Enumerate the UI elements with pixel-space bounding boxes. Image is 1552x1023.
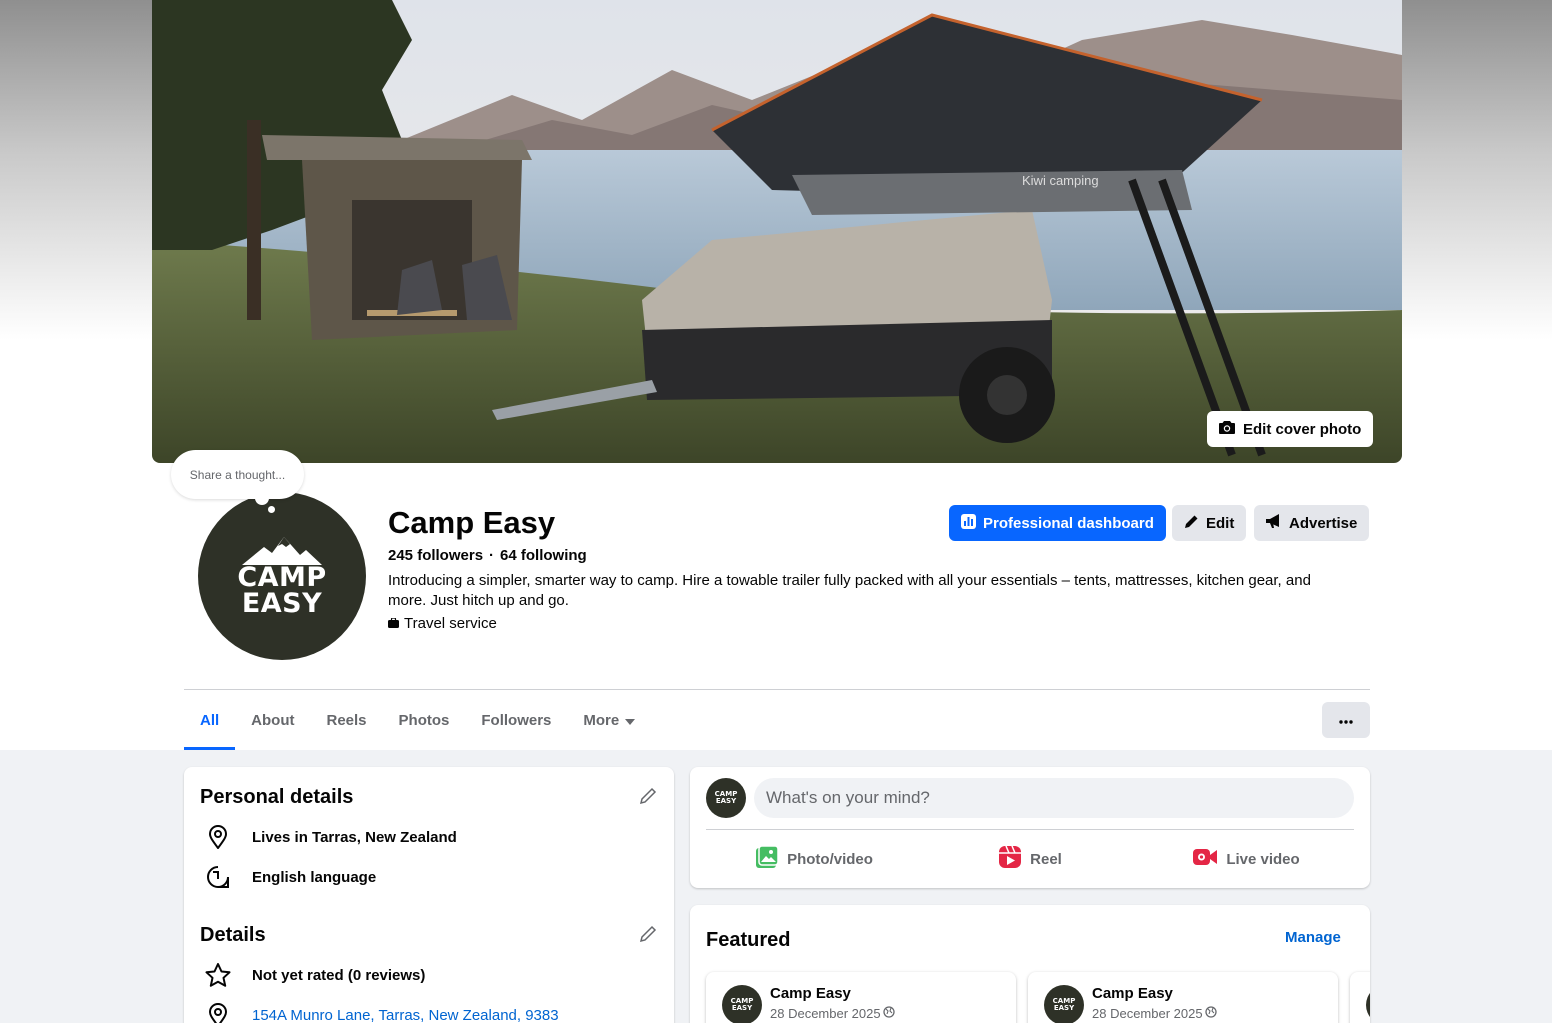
- featured-item[interactable]: CAMP EASY Camp Easy 28 December 2025: [706, 972, 1016, 1023]
- featured-card: Featured Manage CAMP EASY Camp Easy 28 D…: [690, 905, 1370, 1023]
- whats-on-your-mind-input[interactable]: What's on your mind?: [754, 778, 1354, 818]
- advertise-label: Advertise: [1289, 514, 1358, 532]
- edit-button[interactable]: Edit: [1172, 505, 1247, 541]
- tab-label: All: [200, 711, 220, 729]
- tab-label: Reels: [326, 711, 367, 729]
- page-category-label: Travel service: [404, 615, 497, 632]
- reel-label: Reel: [1030, 850, 1062, 868]
- page-title: Camp Easy: [388, 505, 556, 540]
- tab-all[interactable]: All: [184, 690, 236, 750]
- thought-bubble-tail: [255, 491, 269, 505]
- globe-icon: [882, 1006, 895, 1021]
- photo-video-button[interactable]: Photo/video: [706, 839, 922, 879]
- professional-dashboard-label: Professional dashboard: [983, 514, 1154, 532]
- more-options-button[interactable]: [1322, 702, 1370, 738]
- location-pin-icon: [204, 823, 232, 851]
- photo-icon: [755, 845, 779, 873]
- live-video-label: Live video: [1226, 850, 1300, 868]
- location-row: Lives in Tarras, New Zealand: [204, 823, 457, 851]
- ellipsis-icon: [1339, 711, 1353, 729]
- composer-actions: Photo/video Reel Live video: [706, 839, 1354, 879]
- tab-label: About: [251, 711, 295, 729]
- reel-button[interactable]: Reel: [922, 839, 1138, 879]
- post-composer: CAMP EASY What's on your mind? Photo/vid…: [690, 767, 1370, 888]
- globe-icon: [1204, 1006, 1217, 1021]
- composer-divider: [706, 829, 1354, 830]
- tab-about[interactable]: About: [235, 690, 310, 750]
- featured-item-date-row: 28 December 2025: [1092, 1006, 1217, 1021]
- edit-cover-photo-label: Edit cover photo: [1243, 420, 1362, 438]
- followers-link[interactable]: 245 followers: [388, 547, 483, 564]
- rating-label: Not yet rated (0 reviews): [252, 966, 426, 984]
- personal-details-title: Personal details: [200, 786, 354, 808]
- cover-photo-image: Kiwi camping: [152, 0, 1402, 463]
- profile-avatar[interactable]: CAMP EASY: [198, 492, 366, 660]
- edit-details-pencil-icon[interactable]: [636, 922, 660, 946]
- tab-label: More: [583, 711, 620, 729]
- avatar-logo-text: CAMP EASY: [237, 562, 327, 619]
- language-label: English language: [252, 868, 377, 886]
- share-thought-bubble[interactable]: Share a thought...: [171, 450, 304, 499]
- tab-followers[interactable]: Followers: [465, 690, 567, 750]
- star-icon: [204, 961, 232, 989]
- tab-more[interactable]: More: [567, 690, 651, 750]
- following-link[interactable]: 64 following: [500, 547, 587, 564]
- tab-label: Photos: [398, 711, 450, 729]
- caret-down-icon: [625, 712, 636, 729]
- page-category: Travel service: [388, 615, 497, 632]
- edit-label: Edit: [1206, 514, 1235, 532]
- thought-bubble-tail-small: [268, 506, 275, 513]
- featured-item-name: Camp Easy: [1092, 985, 1173, 1002]
- address-row: 154A Munro Lane, Tarras, New Zealand, 93…: [204, 1001, 559, 1023]
- composer-avatar[interactable]: CAMP EASY: [706, 778, 746, 818]
- tab-label: Followers: [481, 711, 552, 729]
- follow-separator: ·: [489, 547, 495, 564]
- cover-photo[interactable]: Kiwi camping: [152, 0, 1402, 463]
- megaphone-icon: [1266, 514, 1282, 532]
- lives-in-label: Lives in Tarras, New Zealand: [252, 828, 457, 846]
- edit-cover-photo-button[interactable]: Edit cover photo: [1207, 411, 1374, 447]
- language-row: English language: [204, 863, 376, 891]
- tab-photos[interactable]: Photos: [383, 690, 466, 750]
- photo-video-label: Photo/video: [787, 850, 873, 868]
- details-title: Details: [200, 924, 266, 946]
- featured-item-date-row: 28 December 2025: [770, 1006, 895, 1021]
- tab-reels[interactable]: Reels: [311, 690, 383, 750]
- featured-item[interactable]: CAMP EASY Camp Easy 28 December 2025: [1028, 972, 1338, 1023]
- reel-icon: [998, 845, 1022, 873]
- trailer-brand-label: Kiwi camping: [1022, 173, 1099, 188]
- featured-item-name: Camp Easy: [770, 985, 851, 1002]
- follow-counts: 245 followers · 64 following: [388, 547, 587, 564]
- camera-icon: [1219, 420, 1235, 438]
- professional-dashboard-button[interactable]: Professional dashboard: [949, 505, 1166, 541]
- dashboard-icon: [961, 513, 976, 533]
- featured-item-avatar: [1366, 985, 1370, 1023]
- address-link[interactable]: 154A Munro Lane, Tarras, New Zealand, 93…: [252, 1007, 559, 1023]
- intro-card: Personal details Lives in Tarras, New Ze…: [184, 767, 674, 1023]
- mountain-logo-icon: [242, 537, 322, 565]
- profile-tabs: All About Reels Photos Followers More: [184, 690, 651, 750]
- featured-item-avatar: CAMP EASY: [1044, 985, 1084, 1023]
- briefcase-icon: [388, 615, 399, 632]
- address-pin-icon: [204, 1001, 232, 1023]
- rating-row: Not yet rated (0 reviews): [204, 961, 425, 989]
- manage-featured-link[interactable]: Manage: [1285, 929, 1341, 946]
- live-video-icon: [1192, 847, 1218, 871]
- page-bio: Introducing a simpler, smarter way to ca…: [388, 572, 1311, 609]
- pencil-icon: [1184, 514, 1199, 533]
- live-video-button[interactable]: Live video: [1138, 839, 1354, 879]
- featured-item-partial[interactable]: [1350, 972, 1370, 1023]
- edit-personal-details-pencil-icon[interactable]: [636, 784, 660, 808]
- featured-item-avatar: CAMP EASY: [722, 985, 762, 1023]
- language-icon: [204, 863, 232, 891]
- featured-title: Featured: [706, 929, 791, 951]
- advertise-button[interactable]: Advertise: [1254, 505, 1370, 541]
- featured-item-date: 28 December 2025: [770, 1006, 881, 1021]
- featured-item-date: 28 December 2025: [1092, 1006, 1203, 1021]
